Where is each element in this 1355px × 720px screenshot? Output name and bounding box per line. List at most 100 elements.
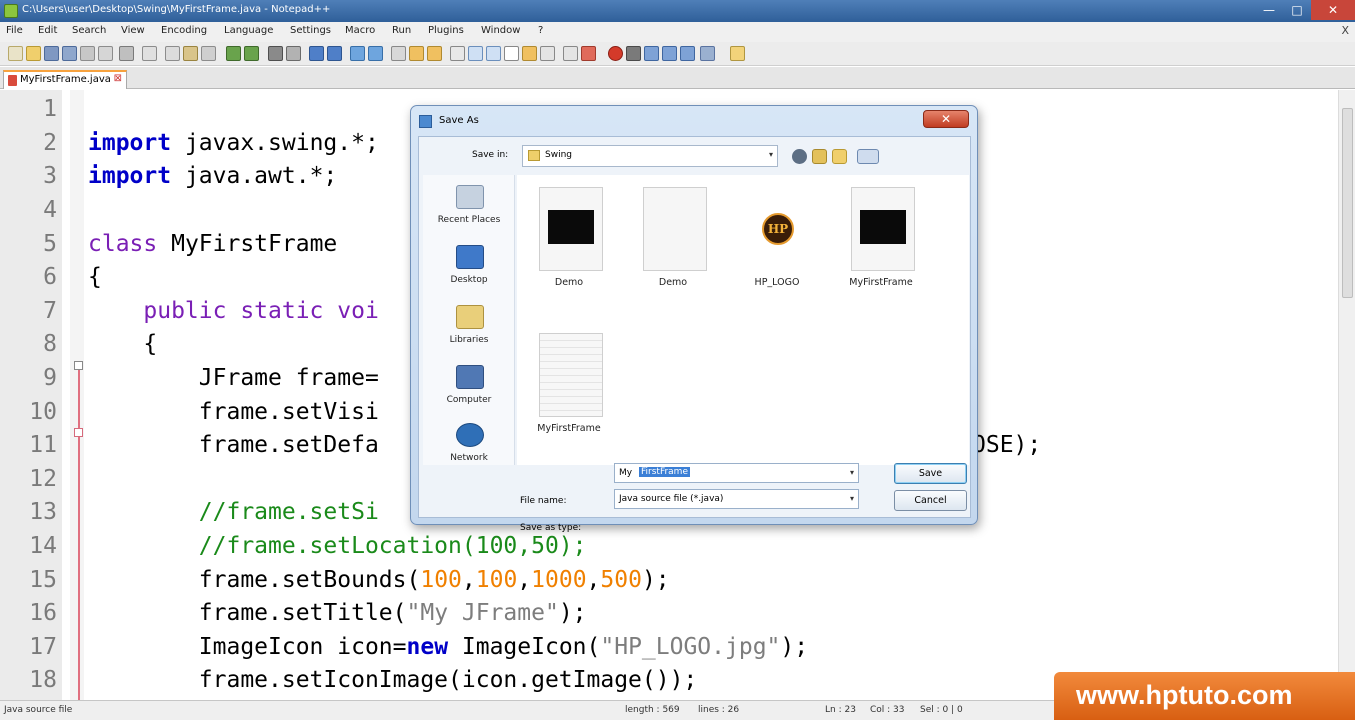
user-language-icon[interactable] [450, 46, 465, 61]
paste-special-icon[interactable] [201, 46, 216, 61]
scroll-thumb[interactable] [1342, 108, 1353, 298]
close-all-icon[interactable] [98, 46, 113, 61]
line-number: 12 [29, 466, 57, 492]
file-item[interactable]: Demo [517, 181, 621, 301]
print-icon[interactable] [119, 46, 134, 61]
code-text: frame.setBounds( [88, 567, 421, 593]
stop-macro-icon[interactable] [626, 46, 641, 61]
menu-edit[interactable]: Edit [38, 25, 57, 36]
maximize-button[interactable]: □ [1283, 0, 1311, 20]
run-macro-multiple-icon[interactable] [662, 46, 677, 61]
tab-myfirstframe[interactable]: MyFirstFrame.java ⊠ [3, 70, 127, 89]
save-icon[interactable] [44, 46, 59, 61]
zoom-out-icon[interactable] [327, 46, 342, 61]
menu-run[interactable]: Run [392, 25, 411, 36]
line-number: 9 [43, 365, 57, 391]
up-folder-icon[interactable] [812, 149, 827, 164]
place-recent-places[interactable]: Recent Places [423, 185, 515, 241]
close-file-icon[interactable] [80, 46, 95, 61]
line-number: 10 [29, 399, 57, 425]
cancel-button[interactable]: Cancel [894, 490, 967, 511]
close-button[interactable]: ✕ [1311, 0, 1355, 20]
file-item[interactable]: MyFirstFrame [829, 181, 933, 301]
function-list-icon[interactable] [486, 46, 501, 61]
plugin-icon[interactable] [730, 46, 745, 61]
save-macro-icon[interactable] [680, 46, 695, 61]
view-menu-icon[interactable] [857, 149, 879, 164]
keyword: import [88, 163, 172, 189]
file-thumbnail [643, 187, 707, 271]
dialog-close-button[interactable]: ✕ [923, 110, 969, 128]
open-file-icon[interactable] [26, 46, 41, 61]
computer-icon [456, 365, 484, 389]
code-line: import javax.swing.*; [88, 130, 379, 156]
save-in-dropdown[interactable]: Swing ▾ [522, 145, 778, 167]
copy-icon[interactable] [165, 46, 180, 61]
cut-icon[interactable] [142, 46, 157, 61]
menu-encoding[interactable]: Encoding [161, 25, 207, 36]
file-item[interactable]: Demo [621, 181, 725, 301]
place-libraries[interactable]: Libraries [423, 305, 515, 361]
save-dialog-icon [419, 115, 432, 128]
replace-icon[interactable] [286, 46, 301, 61]
code-line: ImageIcon icon=new ImageIcon("HP_LOGO.jp… [88, 634, 808, 660]
menu-settings[interactable]: Settings [290, 25, 331, 36]
code-line-tail: OSE); [972, 432, 1042, 458]
view-icon[interactable] [563, 46, 578, 61]
save-all-icon[interactable] [62, 46, 77, 61]
menu-search[interactable]: Search [72, 25, 106, 36]
redo-icon[interactable] [244, 46, 259, 61]
back-icon[interactable] [792, 149, 807, 164]
monitoring-icon[interactable] [522, 46, 537, 61]
line-number: 17 [29, 634, 57, 660]
menu-macro[interactable]: Macro [345, 25, 375, 36]
show-all-characters-icon[interactable] [409, 46, 424, 61]
record-macro-icon[interactable] [608, 46, 623, 61]
undo-icon[interactable] [226, 46, 241, 61]
fold-toggle-icon[interactable] [74, 361, 83, 370]
save-button[interactable]: Save [894, 463, 967, 484]
tab-close-icon[interactable]: ⊠ [114, 73, 122, 84]
code-line: { [88, 331, 158, 357]
file-name-typed: My [619, 468, 633, 478]
panel-icon[interactable] [540, 46, 555, 61]
file-name-input[interactable]: My FirstFrame ▾ [614, 463, 859, 483]
menu-plugins[interactable]: Plugins [428, 25, 464, 36]
place-desktop[interactable]: Desktop [423, 245, 515, 301]
menu-view[interactable]: View [121, 25, 145, 36]
paste-icon[interactable] [183, 46, 198, 61]
vertical-scrollbar[interactable] [1338, 90, 1355, 700]
status-column: Col : 33 [870, 705, 905, 715]
new-folder-icon[interactable] [832, 149, 847, 164]
folder-as-workspace-icon[interactable] [504, 46, 519, 61]
fold-toggle-icon[interactable] [74, 428, 83, 437]
zoom-in-icon[interactable] [309, 46, 324, 61]
place-computer[interactable]: Computer [423, 365, 515, 421]
status-selection: Sel : 0 | 0 [920, 705, 963, 715]
play-macro-icon[interactable] [644, 46, 659, 61]
file-item[interactable]: MyFirstFrame [517, 327, 621, 447]
place-network[interactable]: Network [423, 423, 515, 479]
indent-guide-icon[interactable] [427, 46, 442, 61]
close-document-icon[interactable]: X [1341, 24, 1349, 37]
status-file-type: Java source file [4, 705, 73, 715]
macro-list-icon[interactable] [700, 46, 715, 61]
menu-window[interactable]: Window [481, 25, 520, 36]
sync-horizontal-icon[interactable] [368, 46, 383, 61]
file-name: MyFirstFrame [849, 277, 913, 288]
word-wrap-icon[interactable] [391, 46, 406, 61]
minimize-button[interactable]: — [1255, 0, 1283, 20]
file-item[interactable]: HP HP_LOGO [725, 181, 829, 301]
menu-language[interactable]: Language [224, 25, 273, 36]
menu-help[interactable]: ? [538, 25, 543, 36]
sync-vertical-icon[interactable] [350, 46, 365, 61]
menu-file[interactable]: File [6, 25, 23, 36]
window-title: C:\Users\user\Desktop\Swing\MyFirstFrame… [22, 4, 331, 15]
pencil-icon[interactable] [581, 46, 596, 61]
chevron-down-icon[interactable]: ▾ [850, 468, 854, 477]
save-as-type-dropdown[interactable]: Java source file (*.java) ▾ [614, 489, 859, 509]
find-icon[interactable] [268, 46, 283, 61]
doc-map-icon[interactable] [468, 46, 483, 61]
new-file-icon[interactable] [8, 46, 23, 61]
menu-bar: File Edit Search View Encoding Language … [0, 22, 1355, 42]
